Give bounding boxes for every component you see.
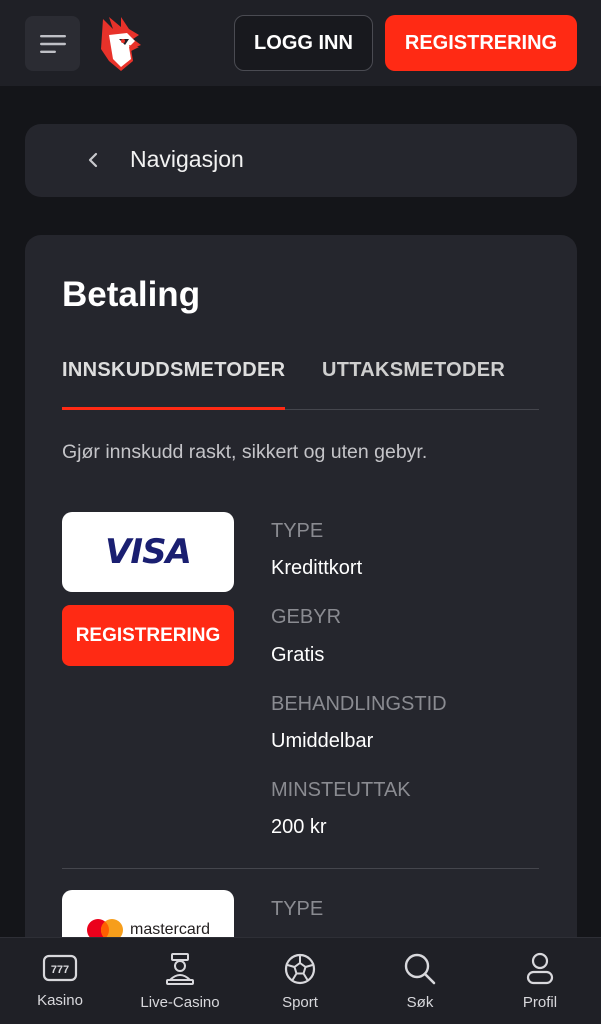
type-label: TYPE: [271, 520, 324, 542]
intro-text: Gjør innskudd raskt, sikkert og uten geb…: [62, 441, 428, 463]
type-label: TYPE: [271, 898, 324, 920]
nav-label: Profil: [522, 994, 558, 1011]
bottom-nav: 777 Kasino Live-Casino Sport Søk Profil: [0, 937, 601, 1024]
method-divider: [62, 868, 539, 869]
slot-777-icon: 777: [42, 954, 78, 982]
rooster-logo[interactable]: [95, 15, 145, 73]
login-button[interactable]: LOGG INN: [234, 15, 373, 71]
payment-method-visa: VISA REGISTRERING TYPE Kredittkort GEBYR…: [62, 512, 539, 852]
svg-text:777: 777: [51, 964, 69, 976]
nav-search[interactable]: Søk: [360, 938, 480, 1024]
dealer-icon: [166, 953, 194, 985]
hamburger-icon: [39, 34, 66, 53]
user-icon: [526, 952, 554, 985]
navigation-toggle[interactable]: Navigasjon: [25, 124, 577, 197]
payment-card: Betaling INNSKUDDSMETODER UTTAKSMETODER …: [25, 235, 577, 1024]
nav-label: Sport: [282, 994, 318, 1011]
soccer-ball-icon: [284, 953, 316, 985]
nav-label: Søk: [406, 994, 434, 1011]
tab-deposit-methods[interactable]: INNSKUDDSMETODER: [62, 359, 285, 382]
navigation-label: Navigasjon: [130, 146, 244, 172]
chevron-left-icon: [88, 152, 98, 168]
nav-live-casino[interactable]: Live-Casino: [120, 938, 240, 1024]
top-header: LOGG INN REGISTRERING: [0, 0, 601, 86]
processing-time-value: Umiddelbar: [271, 730, 374, 752]
tab-withdrawal-methods[interactable]: UTTAKSMETODER: [322, 359, 505, 382]
min-amount-label: MINSTEUTTAK: [271, 779, 411, 801]
processing-time-label: BEHANDLINGSTID: [271, 693, 447, 715]
page-title: Betaling: [62, 275, 201, 314]
tab-bar: INNSKUDDSMETODER UTTAKSMETODER: [62, 359, 539, 411]
visa-logo: VISA: [62, 512, 234, 592]
nav-kasino[interactable]: 777 Kasino: [0, 938, 120, 1024]
fee-label: GEBYR: [271, 606, 342, 628]
nav-profile[interactable]: Profil: [480, 938, 600, 1024]
register-button[interactable]: REGISTRERING: [385, 15, 577, 71]
type-value: Kredittkort: [271, 557, 363, 579]
nav-label: Kasino: [37, 992, 83, 1009]
visa-register-button[interactable]: REGISTRERING: [62, 605, 234, 666]
search-icon: [404, 953, 436, 985]
fee-value: Gratis: [271, 644, 325, 666]
min-amount-value: 200 kr: [271, 816, 327, 838]
active-tab-indicator: [62, 407, 285, 410]
nav-sport[interactable]: Sport: [240, 938, 360, 1024]
nav-label: Live-Casino: [140, 994, 220, 1011]
menu-button[interactable]: [25, 16, 80, 71]
